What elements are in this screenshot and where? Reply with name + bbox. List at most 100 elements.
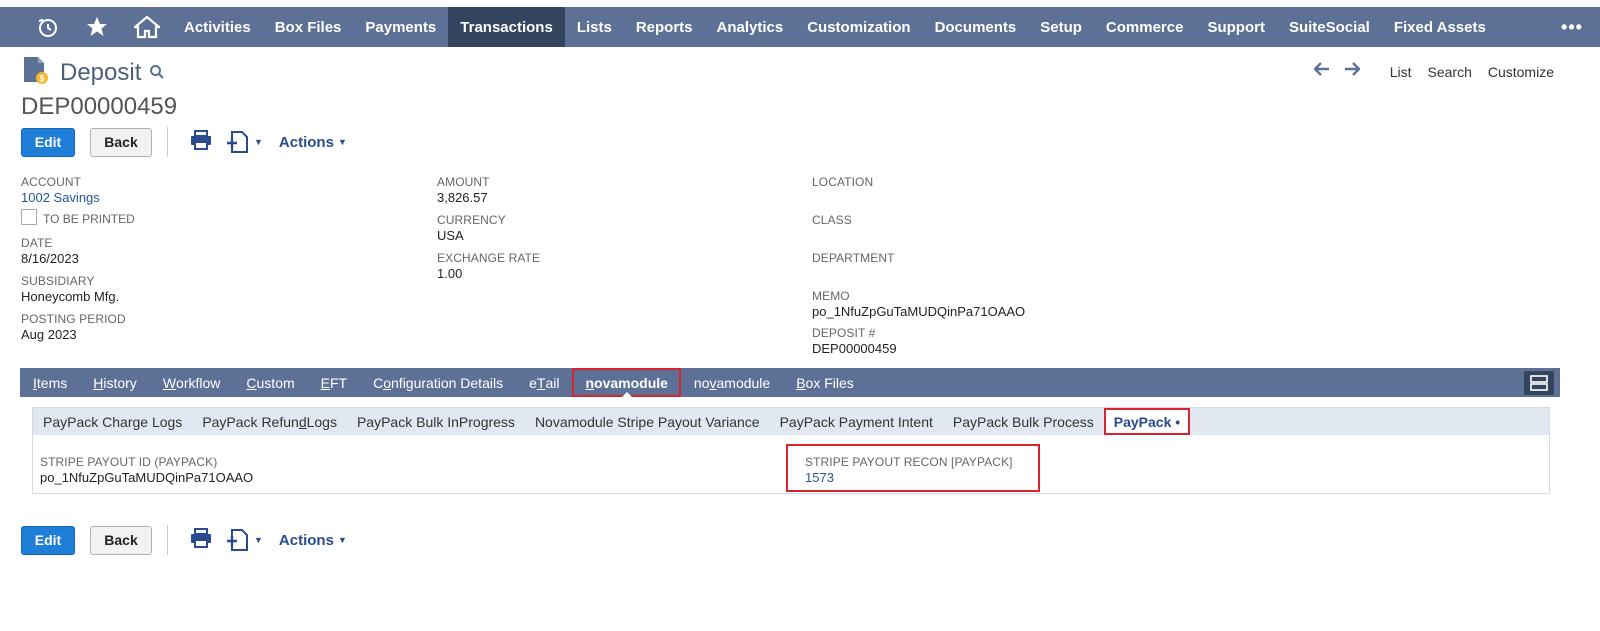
- actions-menu[interactable]: Actions ▼: [279, 134, 347, 151]
- account-value-link[interactable]: 1002 Savings: [21, 190, 100, 205]
- top-button-bar: Edit Back ▼ Actions ▼: [21, 127, 347, 157]
- tab-6[interactable]: e Tail: [516, 368, 572, 397]
- toolbar-divider: [167, 525, 168, 555]
- tab-label-part: Logs: [306, 413, 337, 430]
- tab-0[interactable]: Items: [20, 368, 80, 397]
- print-icon[interactable]: [190, 527, 212, 553]
- home-icon[interactable]: [122, 7, 172, 47]
- memo-label: MEMO: [812, 289, 850, 303]
- tab-7[interactable]: n ovamodule: [572, 368, 681, 398]
- favorites-star-icon[interactable]: [72, 7, 122, 47]
- subtab-2[interactable]: PayPack Bulk InProgress: [347, 408, 525, 435]
- account-label: ACCOUNT: [21, 175, 82, 189]
- tab-label-part: W: [162, 374, 177, 391]
- nav-item-setup[interactable]: Setup: [1028, 7, 1094, 47]
- search-icon[interactable]: [149, 64, 165, 85]
- stripe-payout-id-field: STRIPE PAYOUT ID (PAYPACK) po_1NfuZpGuTa…: [40, 455, 253, 485]
- edit-button[interactable]: Edit: [21, 127, 75, 157]
- currency-field: CURRENCY USA: [437, 213, 506, 243]
- tab-3[interactable]: Custom: [233, 368, 307, 397]
- nav-item-transactions[interactable]: Transactions: [448, 7, 565, 47]
- tab-label-part: n: [585, 374, 595, 391]
- subtab-bar: PayPack Charge Logs PayPack Refun d Logs Pa…: [33, 408, 1549, 435]
- tab-label-part: nfiguration Details: [391, 374, 504, 391]
- previous-record-arrow-icon[interactable]: [1313, 62, 1330, 81]
- tab-label-part: FT: [329, 374, 348, 391]
- subtab-5[interactable]: PayPack Bulk Process: [943, 408, 1104, 435]
- class-field: CLASS: [812, 213, 852, 228]
- print-icon[interactable]: [190, 129, 212, 155]
- subtab-6[interactable]: PayPack •: [1103, 408, 1191, 435]
- more-menu-button[interactable]: •••: [1544, 7, 1600, 47]
- subtab-0[interactable]: PayPack Charge Logs: [33, 408, 192, 435]
- tab-label-part: PayPack Charge Logs: [43, 413, 183, 430]
- tab-label-part: E: [320, 374, 330, 391]
- deposit-record-icon: $: [22, 56, 48, 89]
- tab-label-part: amodule: [716, 374, 771, 391]
- subtab-4[interactable]: PayPack Payment Intent: [770, 408, 943, 435]
- customize-link[interactable]: Customize: [1488, 64, 1554, 80]
- nav-item-activities[interactable]: Activities: [172, 7, 263, 47]
- search-link[interactable]: Search: [1428, 64, 1472, 80]
- subtab-3[interactable]: Novamodule Stripe Payout Variance: [525, 408, 770, 435]
- tab-label-part: C: [246, 374, 257, 391]
- subtab-1[interactable]: PayPack Refun d Logs: [192, 408, 347, 435]
- nav-item-analytics[interactable]: Analytics: [705, 7, 796, 47]
- list-link[interactable]: List: [1390, 64, 1412, 80]
- nav-item-box-files[interactable]: Box Files: [263, 7, 354, 47]
- nav-item-fixed-assets[interactable]: Fixed Assets: [1382, 7, 1498, 47]
- tab-label-part: ox Files: [805, 374, 854, 391]
- page-title: Deposit: [60, 58, 142, 86]
- nav-item-suitesocial[interactable]: SuiteSocial: [1277, 7, 1382, 47]
- nav-item-reports[interactable]: Reports: [624, 7, 705, 47]
- tab-9[interactable]: Box Files: [783, 368, 867, 397]
- edit-button[interactable]: Edit: [21, 525, 75, 555]
- tab-8[interactable]: no v amodule: [681, 368, 783, 397]
- deposit-number-field: DEPOSIT # DEP00000459: [812, 326, 897, 356]
- back-button[interactable]: Back: [90, 525, 152, 555]
- nav-item-documents[interactable]: Documents: [923, 7, 1029, 47]
- subsidiary-field: SUBSIDIARY Honeycomb Mfg.: [21, 274, 119, 304]
- nav-item-lists[interactable]: Lists: [565, 7, 624, 47]
- new-document-dropdown[interactable]: ▼: [226, 130, 263, 154]
- back-button[interactable]: Back: [90, 127, 152, 157]
- tab-label-part: H: [93, 374, 104, 391]
- amount-label: AMOUNT: [437, 175, 490, 189]
- subsidiary-value: Honeycomb Mfg.: [21, 289, 120, 304]
- tab-1[interactable]: History: [80, 368, 150, 397]
- nav-item-commerce[interactable]: Commerce: [1094, 7, 1196, 47]
- view-toggle-icon[interactable]: [1524, 370, 1554, 395]
- currency-value: USA: [437, 228, 464, 243]
- stripe-payout-id-label: STRIPE PAYOUT ID (PAYPACK): [40, 455, 218, 469]
- bottom-button-bar: Edit Back ▼ Actions ▼: [21, 525, 347, 555]
- highlight-box: [786, 444, 1040, 492]
- tab-4[interactable]: E FT: [308, 368, 360, 397]
- posting-period-label: POSTING PERIOD: [21, 312, 126, 326]
- date-label: DATE: [21, 236, 53, 250]
- currency-label: CURRENCY: [437, 213, 506, 227]
- recent-records-icon[interactable]: [24, 7, 72, 47]
- tab-label-part: no: [693, 374, 710, 391]
- location-label: LOCATION: [812, 175, 874, 189]
- nav-item-customization[interactable]: Customization: [795, 7, 922, 47]
- department-field: DEPARTMENT: [812, 251, 895, 266]
- new-document-dropdown[interactable]: ▼: [226, 528, 263, 552]
- tab-label-part: ustom: [256, 374, 295, 391]
- tab-5[interactable]: Co nfiguration Details: [360, 368, 516, 397]
- to-be-printed-checkbox[interactable]: [21, 209, 37, 225]
- record-tab-bar: Items History Workflow Custom E FT Co nfigurati…: [20, 368, 1560, 398]
- tab-label-part: tems: [36, 374, 68, 391]
- to-be-printed-field: TO BE PRINTED: [21, 208, 135, 226]
- next-record-arrow-icon[interactable]: [1344, 62, 1361, 81]
- tab-2[interactable]: Workflow: [150, 368, 234, 397]
- svg-text:$: $: [39, 74, 44, 84]
- tab-label-part: e: [529, 374, 537, 391]
- nav-item-payments[interactable]: Payments: [353, 7, 448, 47]
- chevron-down-icon: ▼: [254, 535, 263, 545]
- nav-item-support[interactable]: Support: [1195, 7, 1277, 47]
- actions-menu[interactable]: Actions ▼: [279, 532, 347, 549]
- record-navigation: List Search Customize: [1313, 62, 1554, 81]
- department-label: DEPARTMENT: [812, 251, 895, 265]
- actions-label: Actions: [278, 133, 334, 151]
- to-be-printed-label: TO BE PRINTED: [43, 212, 135, 226]
